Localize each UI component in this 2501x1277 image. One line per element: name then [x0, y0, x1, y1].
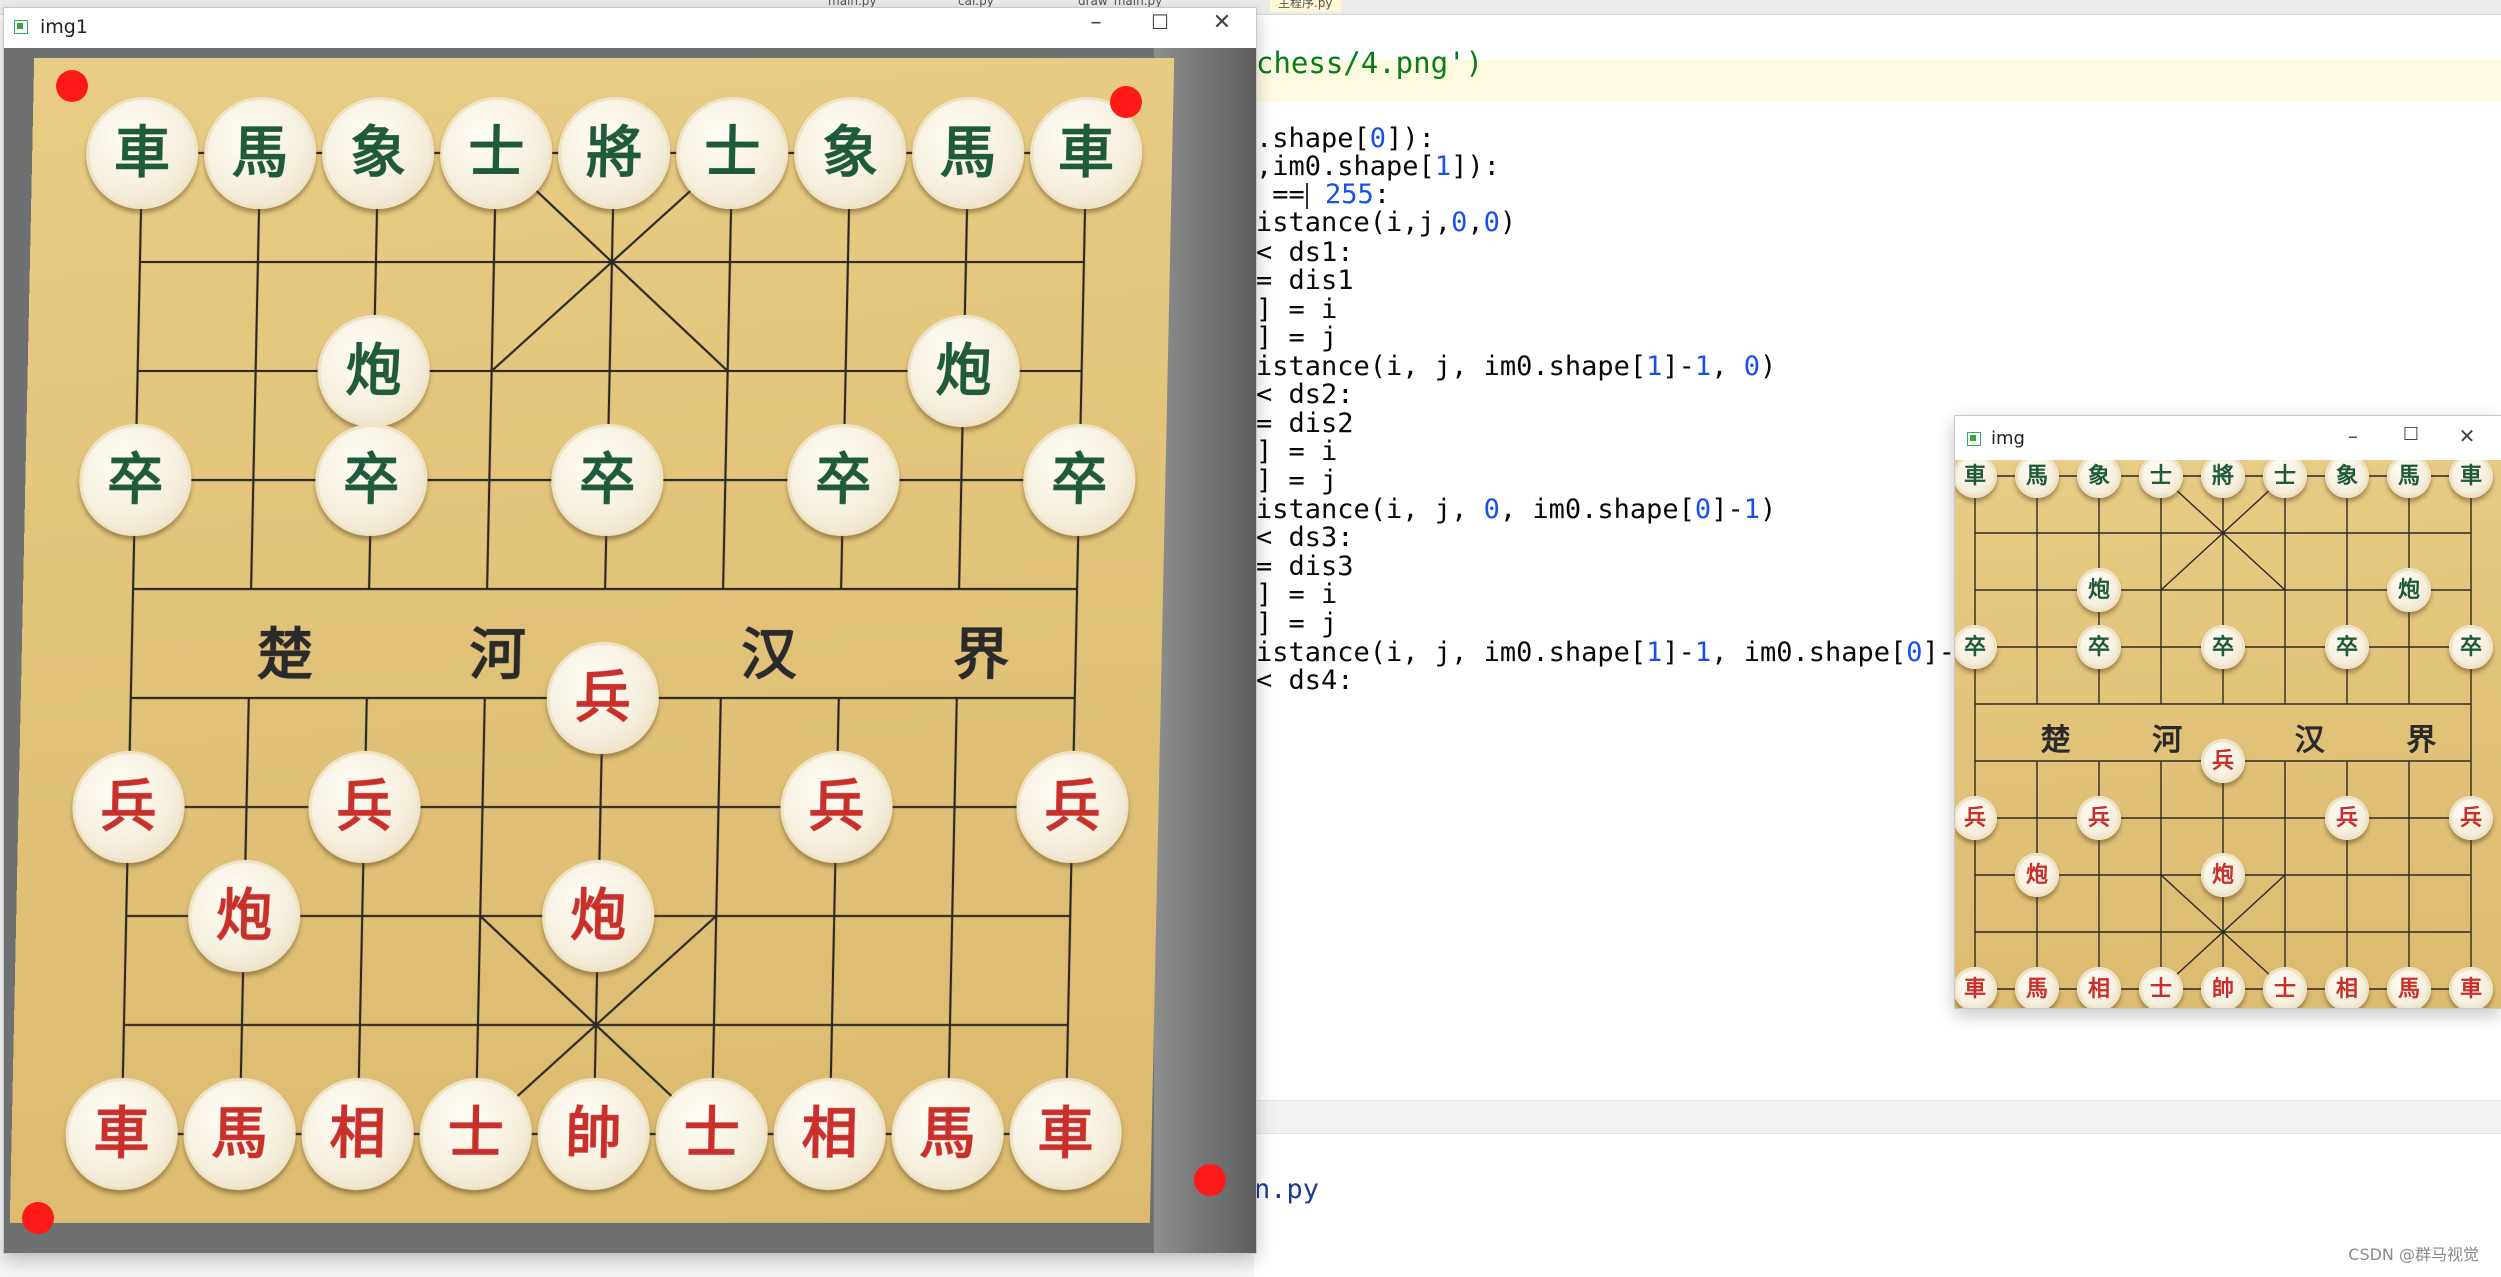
river-char: 河 [468, 621, 527, 688]
file-line [1064, 153, 1088, 1134]
red-piece: 馬 [2015, 967, 2059, 1008]
chess-board: 楚河汉界車馬象士將士象馬車炮炮卒卒卒卒卒兵兵兵兵兵炮炮車馬相士帥士相馬車 [1955, 460, 2501, 1008]
river-char: 界 [952, 621, 1010, 688]
red-piece: 兵 [2201, 739, 2245, 783]
red-piece: 兵 [2325, 796, 2369, 840]
red-piece: 士 [2263, 967, 2307, 1008]
black-piece: 卒 [2449, 625, 2493, 669]
red-piece: 炮 [2201, 853, 2245, 897]
black-piece: 卒 [2077, 625, 2121, 669]
red-piece: 兵 [1955, 796, 1997, 840]
corner-marker [56, 70, 88, 102]
red-piece: 兵 [2449, 796, 2493, 840]
chess-board: 楚河汉界車馬象士將士象馬車炮炮卒卒卒卒卒兵兵兵兵兵炮炮車馬相士帥士相馬車 [9, 58, 1175, 1223]
black-piece: 卒 [1955, 625, 1997, 669]
warped-board-canvas[interactable]: 楚河汉界車馬象士將士象馬車炮炮卒卒卒卒卒兵兵兵兵兵炮炮車馬相士帥士相馬車 [1955, 460, 2501, 1008]
red-piece: 車 [2449, 967, 2493, 1008]
window-titlebar[interactable]: img – ☐ ✕ [1955, 416, 2501, 460]
red-piece: 馬 [2387, 967, 2431, 1008]
window-title: img1 [40, 16, 88, 38]
window-title: img [1991, 428, 2025, 449]
red-piece: 炮 [2015, 853, 2059, 897]
file-line [120, 153, 144, 1134]
river-char: 河 [2152, 722, 2183, 758]
corner-marker [22, 1202, 54, 1234]
code-line: < ds4: [1256, 665, 1354, 696]
river-char: 楚 [256, 621, 314, 688]
close-icon[interactable]: ✕ [2447, 424, 2487, 448]
red-piece: 帥 [2201, 967, 2245, 1008]
code-line: istance(i, j, im0.shape[1]-1, im0.shape[… [1256, 637, 1988, 668]
code-line: istance(i,j,0,0) [1256, 207, 1517, 238]
red-piece: 車 [1955, 967, 1997, 1008]
opencv-window-icon [1967, 432, 1981, 446]
minimize-icon[interactable]: – [1074, 10, 1118, 35]
text-cursor [1305, 182, 1308, 209]
corner-marker [1110, 86, 1142, 118]
black-piece: 炮 [2077, 568, 2121, 612]
black-piece: 卒 [2201, 625, 2245, 669]
opencv-window-icon [14, 20, 28, 34]
board-image-canvas[interactable]: 楚河汉界車馬象士將士象馬車炮炮卒卒卒卒卒兵兵兵兵兵炮炮車馬相士帥士相馬車 [4, 48, 1256, 1253]
red-piece: 兵 [2077, 796, 2121, 840]
corner-marker [1194, 1164, 1226, 1196]
river-char: 界 [2406, 722, 2437, 758]
red-piece: 士 [2139, 967, 2183, 1008]
river-char: 汉 [740, 621, 798, 688]
black-piece: 卒 [2325, 625, 2369, 669]
black-piece: 炮 [2387, 568, 2431, 612]
river-char: 汉 [2294, 722, 2325, 758]
code-line: chess/4.png') [1256, 46, 1483, 80]
horizontal-scrollbar[interactable] [1254, 1100, 2501, 1134]
editor-tab[interactable]: 主程序.py [1270, 0, 1341, 12]
red-piece: 相 [2325, 967, 2369, 1008]
image-window-img1[interactable]: img1 – ☐ ✕ 楚河汉界車馬象士將士象馬車炮炮卒卒卒卒卒兵兵兵兵兵炮炮車馬… [4, 8, 1256, 1253]
red-piece: 相 [2077, 967, 2121, 1008]
minimize-icon[interactable]: – [2333, 424, 2373, 448]
maximize-icon[interactable]: ☐ [2391, 424, 2431, 445]
watermark: CSDN @群马视觉 [2348, 1245, 2479, 1264]
image-window-img[interactable]: img – ☐ ✕ 楚河汉界車馬象士將士象馬車炮炮卒卒卒卒卒兵兵兵兵兵炮炮車馬相… [1955, 416, 2501, 1008]
window-titlebar[interactable]: img1 – ☐ ✕ [4, 8, 1256, 48]
river-char: 楚 [2040, 722, 2071, 758]
close-icon[interactable]: ✕ [1200, 10, 1244, 35]
maximize-icon[interactable]: ☐ [1138, 10, 1182, 34]
run-output-file: n.py [1254, 1174, 1320, 1205]
